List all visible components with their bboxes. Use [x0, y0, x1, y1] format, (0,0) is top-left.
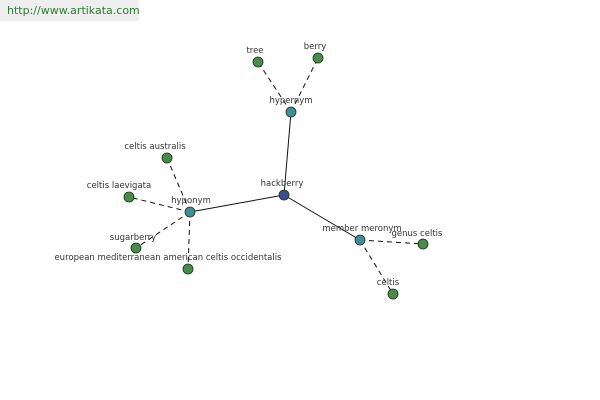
diagram-canvas: http://www.artikata.com hackberry hyperny… — [0, 0, 600, 400]
node-tree[interactable] — [252, 56, 264, 68]
node-sugarberry[interactable] — [130, 242, 142, 254]
label-sugarberry[interactable]: sugarberry — [110, 233, 156, 243]
label-european-mediterranean[interactable]: european mediterranean american celtis o… — [54, 253, 282, 263]
edge-member-meronym-genus-celtis — [359, 239, 424, 245]
node-celtis-australis[interactable] — [161, 152, 173, 164]
node-hyponym[interactable] — [184, 206, 196, 218]
label-tree[interactable]: tree — [246, 46, 263, 56]
label-hyponym[interactable]: hyponym — [171, 196, 211, 206]
label-hackberry[interactable]: hackberry — [261, 179, 304, 189]
label-hypernym[interactable]: hypernym — [269, 96, 312, 106]
label-celtis[interactable]: celtis — [377, 278, 400, 288]
label-member-meronym[interactable]: member meronym — [322, 224, 401, 234]
node-berry[interactable] — [312, 52, 324, 64]
label-celtis-laevigata[interactable]: celtis laevigata — [87, 181, 151, 191]
node-genus-celtis[interactable] — [417, 238, 429, 250]
node-celtis[interactable] — [387, 288, 399, 300]
node-hackberry[interactable] — [278, 189, 290, 201]
label-genus-celtis[interactable]: genus celtis — [392, 229, 443, 239]
semantic-graph: hackberry hypernym hyponym member meronym tr… — [54, 42, 443, 300]
label-berry[interactable]: berry — [304, 42, 327, 52]
node-celtis-laevigata[interactable] — [123, 191, 135, 203]
label-celtis-australis[interactable]: celtis australis — [124, 142, 186, 152]
node-hypernym[interactable] — [285, 106, 297, 118]
graph-labels: hackberry hypernym hyponym member meronym tr… — [54, 42, 443, 288]
node-european-mediterranean[interactable] — [182, 263, 194, 275]
node-member-meronym[interactable] — [354, 234, 366, 246]
